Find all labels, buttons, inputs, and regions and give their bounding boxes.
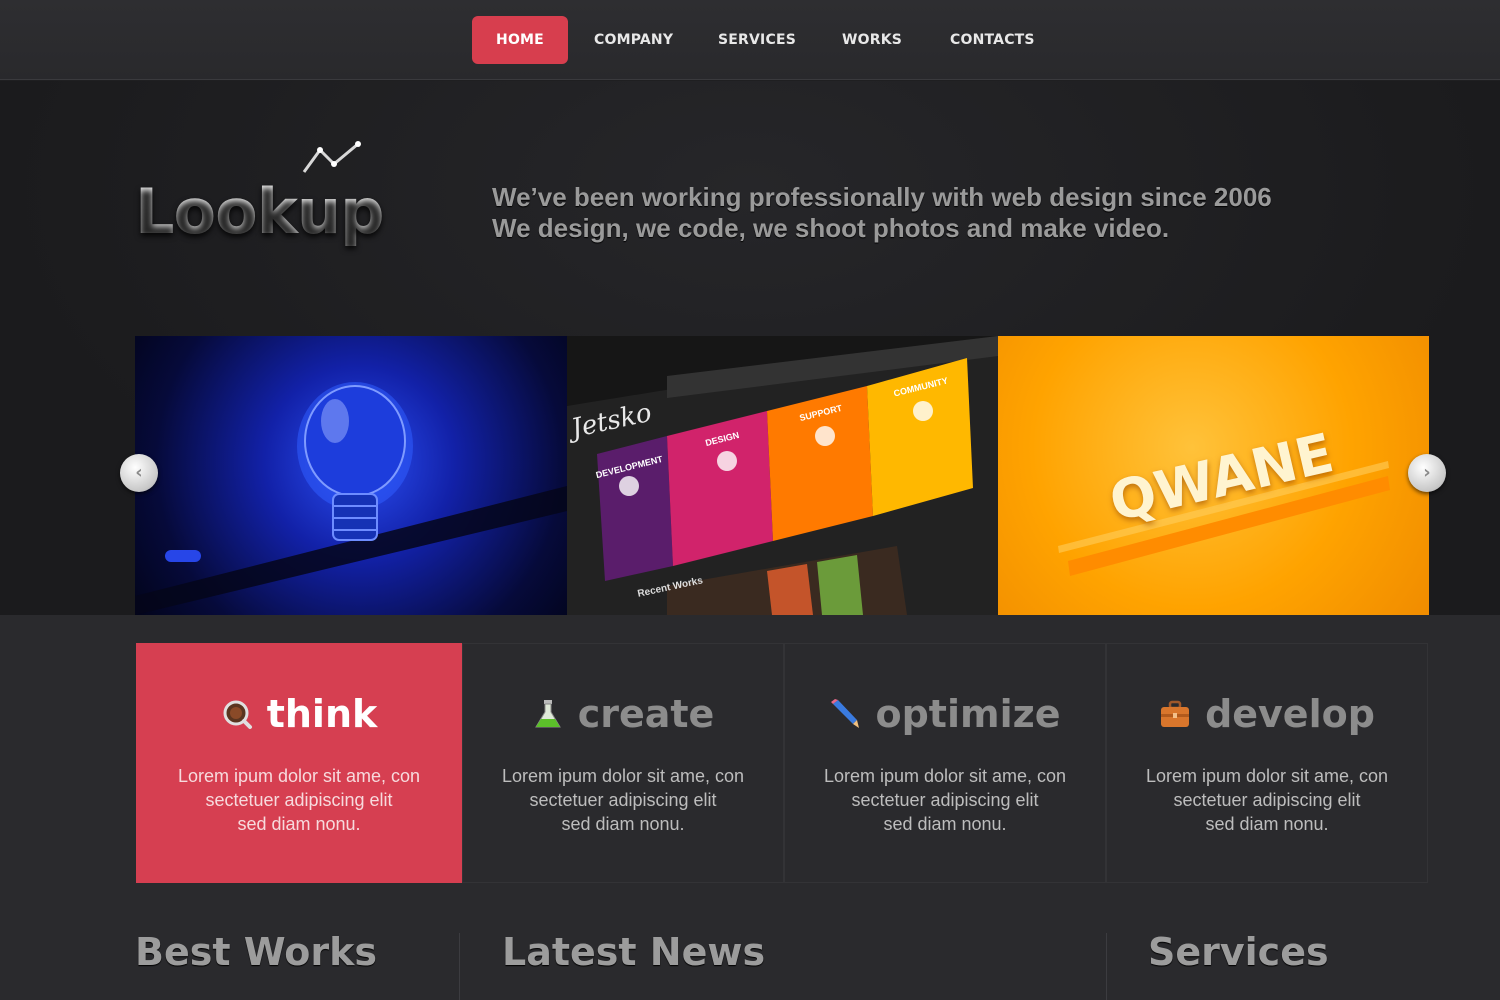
flask-icon (534, 700, 561, 728)
feature-create-text-line-1: Lorem ipum dolor sit ame, con (501, 766, 745, 786)
main-nav: HOME COMPANY SERVICES WORKS CONTACTS (472, 16, 1035, 64)
feature-optimize-text: Lorem ipum dolor sit ame, con sectetuer … (805, 764, 1085, 836)
feature-develop-title: develop (1205, 692, 1375, 736)
feature-think-title: think (266, 692, 378, 736)
best-works-heading: Best Works (135, 930, 378, 974)
feature-create-title: create (577, 692, 715, 736)
latest-news-heading: Latest News (502, 930, 766, 974)
logo-chart-icon (302, 141, 361, 173)
magnifier-icon (223, 700, 252, 729)
pencil-icon (831, 699, 860, 728)
feature-develop-text-line-2: sectetuer adipiscing elit (1173, 790, 1361, 810)
feature-develop-text: Lorem ipum dolor sit ame, con sectetuer … (1127, 764, 1407, 836)
feature-develop-heading: develop (1107, 692, 1427, 736)
feature-develop-text-line-3: sed diam nonu. (1205, 814, 1329, 834)
column-divider (1106, 933, 1107, 1000)
chevron-left-icon: ‹ (135, 462, 143, 483)
feature-develop[interactable]: develop Lorem ipum dolor sit ame, con se… (1106, 643, 1428, 883)
tagline-line-2: We design, we code, we shoot photos and … (492, 213, 1170, 243)
feature-think[interactable]: think Lorem ipum dolor sit ame, con sect… (136, 643, 462, 883)
feature-think-text-line-2: sectetuer adipiscing elit (205, 790, 393, 810)
feature-think-text-line-3: sed diam nonu. (237, 814, 361, 834)
feature-create-text-line-2: sectetuer adipiscing elit (529, 790, 717, 810)
image-slider: Jetsko DEVELOPMENT DESIGN SUPPORT COMMUN… (135, 336, 1429, 615)
feature-optimize[interactable]: optimize Lorem ipum dolor sit ame, con s… (784, 643, 1106, 883)
column-divider (459, 933, 460, 1000)
slide-lightbulb[interactable] (135, 336, 567, 615)
feature-create-text: Lorem ipum dolor sit ame, con sectetuer … (483, 764, 763, 836)
feature-optimize-text-line-3: sed diam nonu. (883, 814, 1007, 834)
feature-optimize-text-line-2: sectetuer adipiscing elit (851, 790, 1039, 810)
lightbulb-illustration (135, 382, 567, 615)
nav-contacts[interactable]: CONTACTS (950, 16, 1035, 64)
tagline-line-1: We’ve been working professionally with w… (492, 182, 1272, 212)
feature-optimize-text-line-1: Lorem ipum dolor sit ame, con (823, 766, 1067, 786)
header-tagline: We’ve been working professionally with w… (492, 182, 1392, 244)
nav-home[interactable]: HOME (472, 16, 568, 64)
services-heading: Services (1148, 930, 1329, 974)
feature-create-heading: create (463, 692, 783, 736)
feature-think-text: Lorem ipum dolor sit ame, con sectetuer … (159, 764, 439, 836)
chevron-right-icon: › (1423, 462, 1431, 483)
briefcase-icon (1161, 700, 1190, 727)
slider-prev-button[interactable]: ‹ (120, 454, 158, 492)
slider-next-button[interactable]: › (1408, 454, 1446, 492)
slide-qwane[interactable]: QWANE (998, 336, 1429, 615)
nav-works[interactable]: WORKS (842, 16, 902, 64)
feature-think-heading: think (137, 692, 461, 736)
nav-services[interactable]: SERVICES (718, 16, 796, 64)
feature-think-text-line-1: Lorem ipum dolor sit ame, con (177, 766, 421, 786)
feature-optimize-title: optimize (875, 692, 1061, 736)
feature-develop-text-line-1: Lorem ipum dolor sit ame, con (1145, 766, 1389, 786)
slide-jetsko[interactable]: Jetsko DEVELOPMENT DESIGN SUPPORT COMMUN… (567, 336, 998, 615)
feature-create[interactable]: create Lorem ipum dolor sit ame, con sec… (462, 643, 784, 883)
feature-create-text-line-3: sed diam nonu. (561, 814, 685, 834)
site-logo[interactable]: Lookup (135, 175, 384, 248)
nav-company[interactable]: COMPANY (594, 16, 673, 64)
feature-optimize-heading: optimize (785, 692, 1105, 736)
top-navigation-bar: HOME COMPANY SERVICES WORKS CONTACTS (0, 0, 1500, 80)
